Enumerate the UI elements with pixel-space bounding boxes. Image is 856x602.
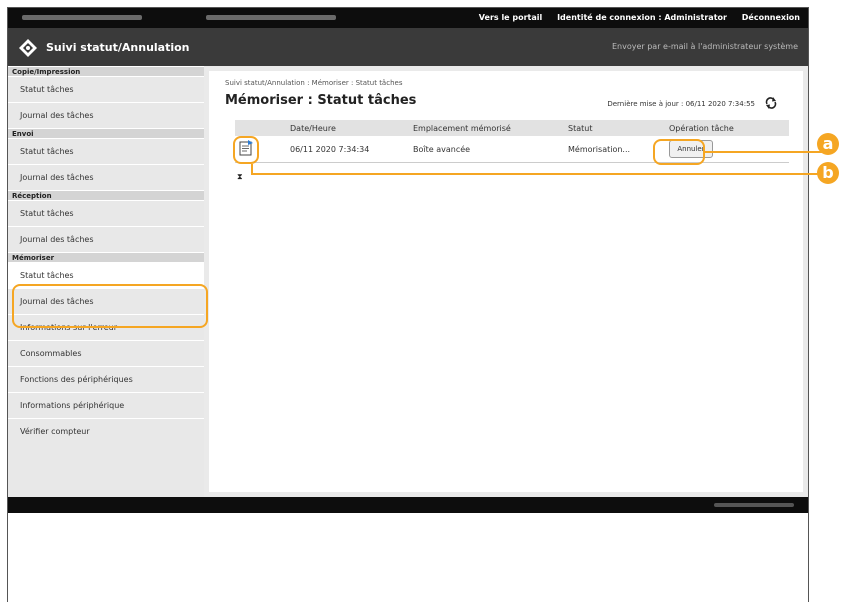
status-monitor-icon <box>19 39 37 57</box>
job-datetime: 06/11 2020 7:34:34 <box>286 136 409 163</box>
sidebar: Copie/Impression Statut tâches Journal d… <box>8 66 204 497</box>
browser-frame: Vers le portail Identité de connexion : … <box>7 7 827 602</box>
callout-line-b-horizontal <box>251 173 827 175</box>
sidebar-item-check-counter[interactable]: Vérifier compteur <box>8 418 204 444</box>
top-links: Vers le portail Identité de connexion : … <box>467 13 800 22</box>
table-header-row: Date/Heure Emplacement mémorisé Statut O… <box>235 120 789 136</box>
page-header: Suivi statut/Annulation Envoyer par e-ma… <box>8 28 808 66</box>
email-admin-link[interactable]: Envoyer par e-mail à l'administrateur sy… <box>612 42 798 51</box>
table-row: 06/11 2020 7:34:34 Boîte avancée Mémoris… <box>235 136 789 163</box>
sidebar-item-consumables[interactable]: Consommables <box>8 340 204 366</box>
callout-cancel-button <box>653 139 705 165</box>
refresh-icon[interactable] <box>764 96 778 110</box>
callout-job-details-icon <box>233 136 259 164</box>
last-update-label: Dernière mise à jour : 06/11 2020 7:34:5… <box>607 100 755 108</box>
main-area: Suivi statut/Annulation : Mémoriser : St… <box>204 66 808 497</box>
table-header-location: Emplacement mémorisé <box>409 120 564 136</box>
annotation-badge-b: b <box>817 162 839 184</box>
sidebar-item-receive-job-status[interactable]: Statut tâches <box>8 200 204 226</box>
sidebar-item-copy-job-log[interactable]: Journal des tâches <box>8 102 204 128</box>
job-status: Mémorisation... <box>564 136 665 163</box>
blurred-copyright <box>714 503 794 507</box>
logout-link[interactable]: Déconnexion <box>742 13 800 22</box>
job-status-table: Date/Heure Emplacement mémorisé Statut O… <box>235 120 789 163</box>
sidebar-item-device-info[interactable]: Informations périphérique <box>8 392 204 418</box>
blurred-device-model <box>206 15 336 20</box>
login-id-label: Identité de connexion : Administrator <box>557 13 727 22</box>
breadcrumb: Suivi statut/Annulation : Mémoriser : St… <box>225 79 403 87</box>
content-panel: Suivi statut/Annulation : Mémoriser : St… <box>209 71 803 492</box>
callout-line-a <box>705 151 827 153</box>
sidebar-item-send-job-status[interactable]: Statut tâches <box>8 138 204 164</box>
table-header-datetime: Date/Heure <box>286 120 409 136</box>
footer <box>8 497 808 513</box>
callout-sidebar-store-status <box>12 284 208 328</box>
table-header-icon <box>235 120 286 136</box>
job-location: Boîte avancée <box>409 136 564 163</box>
content-title: Mémoriser : Statut tâches <box>225 93 417 108</box>
table-header-operation: Opération tâche <box>665 120 789 136</box>
page-title: Suivi statut/Annulation <box>46 41 190 54</box>
sidebar-heading-store: Mémoriser <box>8 252 204 262</box>
sidebar-heading-send: Envoi <box>8 128 204 138</box>
top-bar: Vers le portail Identité de connexion : … <box>8 8 808 28</box>
sidebar-item-send-job-log[interactable]: Journal des tâches <box>8 164 204 190</box>
blurred-device-name <box>22 15 142 20</box>
sidebar-item-receive-job-log[interactable]: Journal des tâches <box>8 226 204 252</box>
sidebar-heading-copy-print: Copie/Impression <box>8 66 204 76</box>
portal-link[interactable]: Vers le portail <box>479 13 543 22</box>
annotation-badge-a: a <box>817 133 839 155</box>
sidebar-item-copy-job-status[interactable]: Statut tâches <box>8 76 204 102</box>
sidebar-item-device-features[interactable]: Fonctions des périphériques <box>8 366 204 392</box>
sidebar-heading-receive: Réception <box>8 190 204 200</box>
pager-icon[interactable]: ⧗ <box>237 172 243 182</box>
table-header-status: Statut <box>564 120 665 136</box>
